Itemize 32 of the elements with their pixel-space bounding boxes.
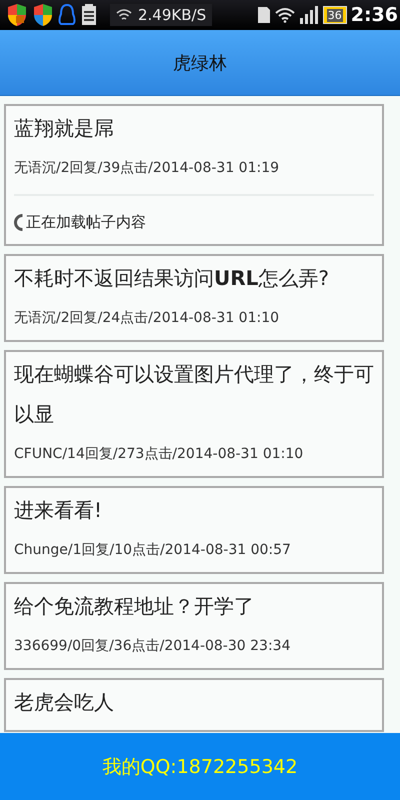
battery-icon: 36 bbox=[322, 6, 347, 24]
loading-spinner-icon bbox=[14, 214, 23, 230]
signal-icon bbox=[298, 6, 319, 24]
post-card[interactable]: 不耗时不返回结果访问URL怎么弄? 无语沉/2回复/24点击/2014-08-31 01:10 bbox=[4, 254, 384, 342]
clipboard-icon bbox=[80, 3, 98, 27]
wifi-icon bbox=[274, 7, 295, 23]
footer-text: 我的QQ:1872255342 bbox=[102, 754, 298, 780]
post-title: 不耗时不返回结果访问URL怎么弄? bbox=[14, 265, 330, 292]
loading-text: 正在加载帖子内容 bbox=[26, 212, 146, 233]
post-card[interactable]: 蓝翔就是屌 无语沉/2回复/39点击/2014-08-31 01:19 正在加载帖子内容 bbox=[4, 104, 384, 246]
post-title: 进来看看! bbox=[14, 497, 104, 524]
post-title: 给个免流教程地址？开学了 bbox=[14, 593, 255, 620]
clock-time: 2:36 bbox=[350, 4, 398, 26]
post-meta: Chunge/1回复/10点击/2014-08-31 00:57 bbox=[14, 541, 292, 560]
post-meta: CFUNC/14回复/273点击/2014-08-31 01:10 bbox=[14, 445, 304, 464]
network-speed: 2.49KB/S bbox=[138, 6, 206, 24]
post-meta: 无语沉/2回复/39点击/2014-08-31 01:19 bbox=[14, 159, 280, 178]
post-title: 现在蝴蝶谷可以设置图片代理了，终于可以显 bbox=[14, 361, 374, 428]
post-title: 蓝翔就是屌 bbox=[14, 115, 115, 142]
post-meta: 336699/0回复/36点击/2014-08-30 23:34 bbox=[14, 637, 292, 656]
sd-card-icon bbox=[256, 6, 271, 24]
wifi-icon bbox=[116, 8, 132, 22]
shield-icon bbox=[32, 3, 54, 27]
post-title: 老虎会吃人 bbox=[14, 689, 115, 716]
post-card[interactable]: 给个免流教程地址？开学了 336699/0回复/36点击/2014-08-30 23:34 bbox=[4, 582, 384, 670]
post-card[interactable]: 现在蝴蝶谷可以设置图片代理了，终于可以显 CFUNC/14回复/273点击/2014-08-31 01:10 bbox=[4, 350, 384, 478]
header-title: 虎绿林 bbox=[173, 52, 227, 74]
post-meta: 无语沉/2回复/24点击/2014-08-31 01:10 bbox=[14, 309, 280, 328]
post-card[interactable]: 进来看看! Chunge/1回复/10点击/2014-08-31 00:57 bbox=[4, 486, 384, 574]
post-card[interactable]: 老虎会吃人 bbox=[4, 678, 384, 732]
penguin-icon bbox=[58, 3, 76, 27]
shield-lock-icon bbox=[6, 3, 28, 27]
